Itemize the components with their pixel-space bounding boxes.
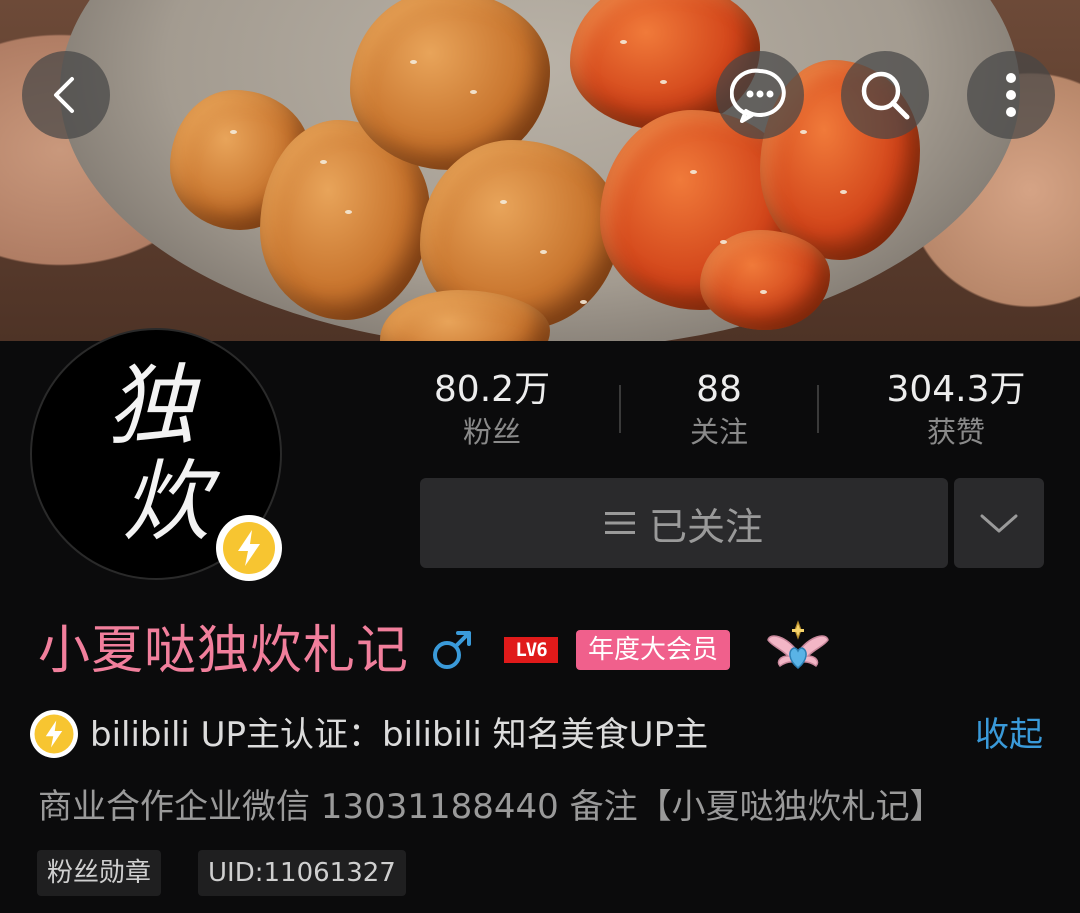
- search-icon: [861, 71, 910, 120]
- fans-count: 80.2万: [433, 369, 551, 410]
- sesame-seed: [760, 290, 767, 294]
- fan-medal-tag[interactable]: 粉丝勋章: [37, 850, 162, 896]
- collapse-link[interactable]: 收起: [975, 711, 1043, 759]
- sesame-seed: [500, 200, 507, 204]
- stat-fans[interactable]: 80.2万 粉丝: [412, 368, 572, 450]
- message-button[interactable]: [716, 51, 804, 139]
- likes-label: 获赞: [926, 415, 985, 449]
- sesame-seed: [540, 250, 547, 254]
- sesame-seed: [620, 40, 627, 44]
- sesame-seed: [230, 130, 237, 134]
- sesame-seed: [660, 80, 667, 84]
- sesame-seed: [345, 210, 352, 214]
- vip-badge[interactable]: 年度大会员: [576, 630, 731, 670]
- more-vertical-icon: [1006, 73, 1016, 117]
- winged-heart-pendant-icon: [767, 620, 829, 669]
- follow-dropdown-button[interactable]: [954, 478, 1044, 568]
- pendant-badge[interactable]: [766, 618, 830, 682]
- sesame-seed: [410, 60, 417, 64]
- verified-badge: [216, 515, 282, 581]
- likes-count: 304.3万: [886, 369, 1026, 410]
- level-badge: LV6: [504, 637, 558, 663]
- sesame-seed: [470, 90, 477, 94]
- lightning-icon: [223, 522, 275, 574]
- stat-divider: [619, 385, 621, 433]
- male-icon: [433, 631, 471, 669]
- followed-label: 已关注: [648, 504, 763, 549]
- back-button[interactable]: [22, 51, 110, 139]
- fans-label: 粉丝: [462, 415, 521, 449]
- following-count: 88: [696, 369, 742, 410]
- avatar-text-line2: 炊: [121, 450, 210, 553]
- stat-likes[interactable]: 304.3万 获赞: [866, 368, 1046, 450]
- sesame-seed: [320, 160, 327, 164]
- user-name: 小夏哒独炊札记: [38, 621, 410, 681]
- chevron-down-icon: [980, 514, 1018, 533]
- chevron-left-icon: [54, 77, 74, 113]
- uid-tag[interactable]: UID:11061327: [198, 850, 406, 896]
- verification-badge: [30, 710, 78, 758]
- stat-divider: [817, 385, 819, 433]
- lightning-icon: [34, 714, 74, 754]
- following-label: 关注: [689, 415, 748, 449]
- more-button[interactable]: [967, 51, 1055, 139]
- food-piece: [700, 230, 830, 330]
- stat-following[interactable]: 88 关注: [639, 368, 799, 450]
- sesame-seed: [720, 240, 727, 244]
- profile-description: 商业合作企业微信 13031188440 备注【小夏哒独炊札记】: [38, 787, 944, 827]
- chat-bubble-icon: [730, 68, 786, 123]
- sesame-seed: [840, 190, 847, 194]
- followed-button[interactable]: 已关注: [420, 478, 948, 568]
- cover-banner: [0, 0, 1080, 341]
- sesame-seed: [690, 170, 697, 174]
- sesame-seed: [580, 300, 587, 304]
- gender-badge: [430, 628, 474, 676]
- avatar-text-line1: 独: [106, 354, 195, 457]
- sesame-seed: [800, 130, 807, 134]
- menu-lines-icon: [604, 512, 635, 534]
- search-button[interactable]: [841, 51, 929, 139]
- verification-text: bilibili UP主认证：bilibili 知名美食UP主: [90, 715, 709, 755]
